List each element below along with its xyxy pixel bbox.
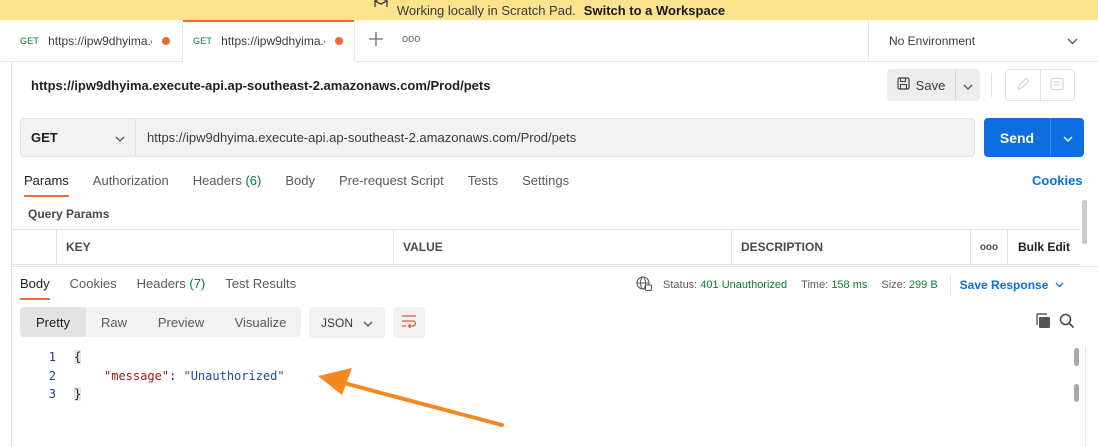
annotation-arrow-icon xyxy=(318,368,504,427)
